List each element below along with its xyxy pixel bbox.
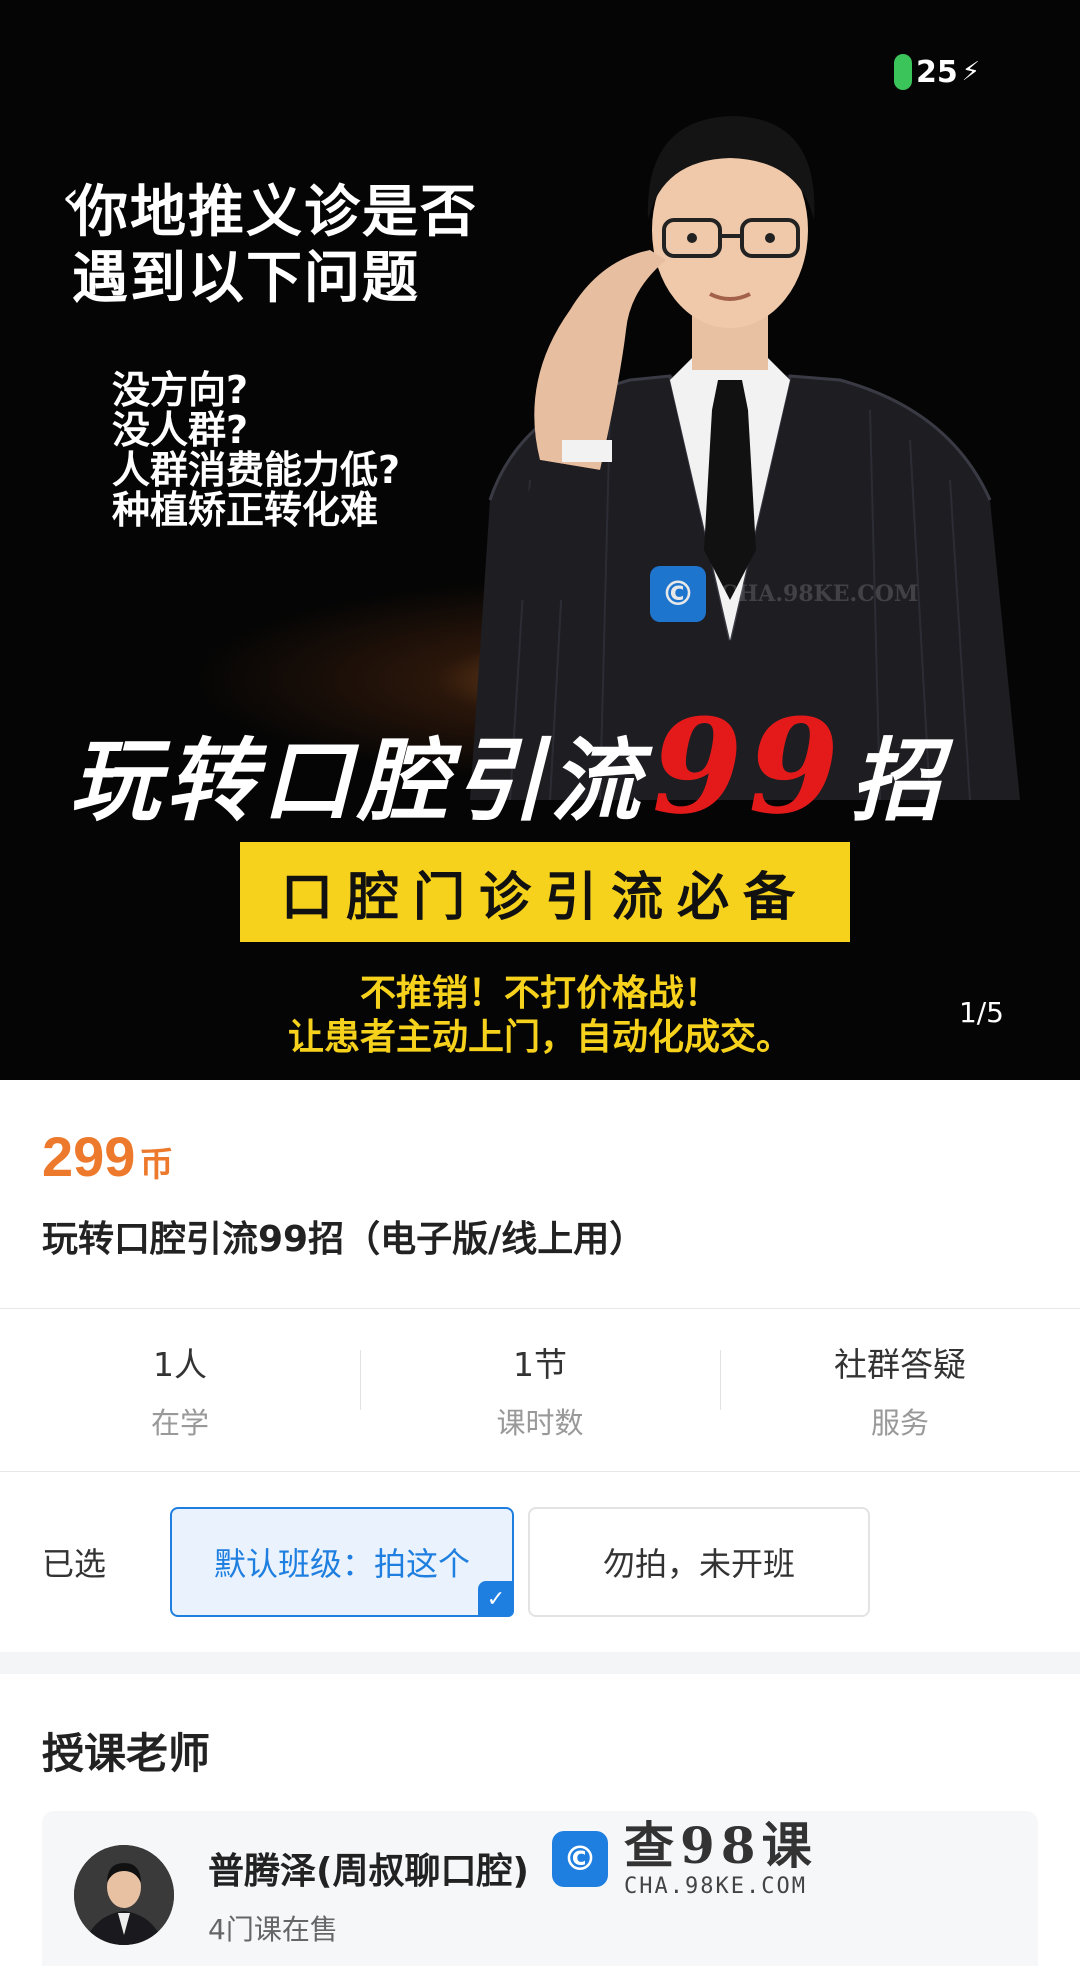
title-suffix: 招 bbox=[850, 728, 947, 834]
teacher-name: 普腾泽(周叔聊口腔) bbox=[208, 1851, 529, 1892]
watermark-logo: © CHA.98KE.COM bbox=[650, 566, 918, 622]
class-option-not-open[interactable]: 勿拍，未开班 bbox=[528, 1507, 870, 1617]
teacher-course-count: 4门课在售 bbox=[208, 1913, 338, 1946]
stat-value: 1节 bbox=[513, 1345, 567, 1384]
watermark-url: CHA.98KE.COM bbox=[720, 581, 919, 607]
section-gap bbox=[0, 1652, 1080, 1674]
watermark-logo: © 查98课 CHA.98KE.COM bbox=[552, 1818, 818, 1899]
teacher-card[interactable]: 普腾泽(周叔聊口腔) 4门课在售 bbox=[42, 1811, 1038, 1966]
checkmark-icon: ✓ bbox=[478, 1581, 514, 1617]
subtitle-text: 口腔门诊引流必备 bbox=[280, 866, 809, 928]
stat-students: 1人 在学 bbox=[0, 1338, 360, 1442]
stat-label: 服务 bbox=[870, 1406, 929, 1440]
title-prefix: 玩转口腔引流 bbox=[70, 728, 646, 834]
question-item: 没人群? bbox=[112, 408, 249, 452]
product-title: 玩转口腔引流99招（电子版/线上用） bbox=[42, 1219, 646, 1260]
title-number: 99 bbox=[652, 690, 845, 843]
watermark-url: CHA.98KE.COM bbox=[624, 1874, 807, 1899]
price-unit: 币 bbox=[139, 1145, 174, 1185]
carousel-page-indicator: 1/5 bbox=[958, 996, 1004, 1029]
tagline-line-1: 不推销！不打价格战！ bbox=[359, 973, 720, 1014]
teacher-heading: 授课老师 bbox=[42, 1729, 211, 1778]
watermark-badge-icon: © bbox=[650, 566, 706, 622]
stat-service: 社群答疑 服务 bbox=[720, 1338, 1080, 1442]
banner-question-list: 没方向? 没人群? 人群消费能力低? 种植矫正转化难 bbox=[112, 370, 400, 530]
stat-label: 在学 bbox=[150, 1406, 209, 1440]
product-info: 299 币 玩转口腔引流99招（电子版/线上用） bbox=[0, 1124, 1080, 1284]
teacher-section: 授课老师 普腾泽(周叔聊口腔) 4门课在售 © 查98课 CHA.98KE.CO… bbox=[0, 1720, 1080, 1966]
class-option-label: 勿拍，未开班 bbox=[602, 1545, 795, 1583]
banner-headline: 你地推义诊是否 遇到以下问题 bbox=[72, 180, 478, 312]
price-value: 299 bbox=[42, 1125, 136, 1188]
headline-line-1: 你地推义诊是否 bbox=[72, 180, 478, 245]
price-row: 299 币 bbox=[42, 1124, 1038, 1190]
teacher-info: 普腾泽(周叔聊口腔) 4门课在售 bbox=[208, 1842, 529, 1948]
watermark-badge-icon: © bbox=[552, 1830, 608, 1887]
banner-tagline: 不推销！不打价格战！ 让患者主动上门，自动化成交。 bbox=[0, 972, 1080, 1060]
course-banner[interactable]: 25 ⚡ ‹ 你地推义诊是否 遇到以下问题 没方向? 没人群? 人群消费能力低?… bbox=[0, 0, 1080, 1080]
class-option-default[interactable]: 默认班级：拍这个 ✓ bbox=[170, 1507, 514, 1617]
question-item: 种植矫正转化难 bbox=[112, 488, 379, 532]
teacher-avatar bbox=[74, 1845, 174, 1945]
stat-value: 1人 bbox=[153, 1345, 207, 1384]
watermark-texts: 查98课 CHA.98KE.COM bbox=[624, 1816, 818, 1900]
headline-line-2: 遇到以下问题 bbox=[72, 246, 420, 311]
class-selector: 已选 默认班级：拍这个 ✓ 勿拍，未开班 bbox=[0, 1472, 1080, 1652]
banner-subtitle-bar: 口腔门诊引流必备 bbox=[240, 842, 850, 942]
selected-label: 已选 bbox=[42, 1545, 107, 1583]
stat-value: 社群答疑 bbox=[834, 1345, 966, 1384]
course-stats: 1人 在学 1节 课时数 社群答疑 服务 bbox=[0, 1309, 1080, 1471]
watermark-brand: 查98课 bbox=[624, 1816, 818, 1875]
banner-main-title: 玩转口腔引流 99 招 bbox=[70, 690, 1030, 843]
tagline-line-2: 让患者主动上门，自动化成交。 bbox=[287, 1017, 792, 1058]
stat-lessons: 1节 课时数 bbox=[360, 1338, 720, 1442]
question-item: 没方向? bbox=[112, 368, 249, 412]
class-option-label: 默认班级：拍这个 bbox=[213, 1545, 470, 1583]
question-item: 人群消费能力低? bbox=[112, 448, 401, 492]
avatar-portrait bbox=[74, 1845, 174, 1945]
stat-label: 课时数 bbox=[496, 1406, 584, 1440]
